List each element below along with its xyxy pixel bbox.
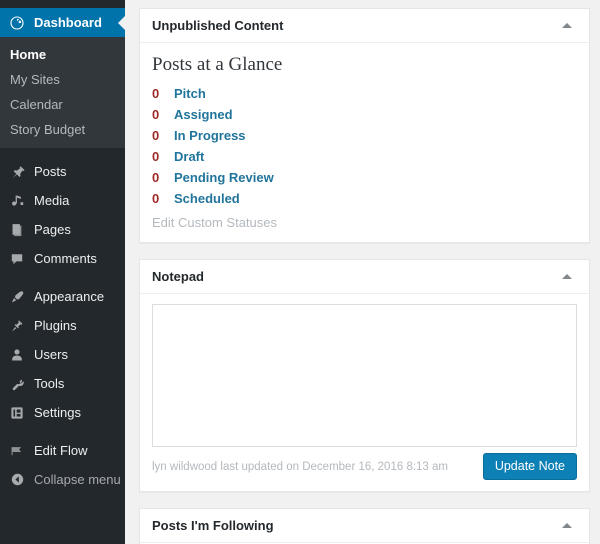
status-count: 0 — [152, 148, 160, 164]
sidebar-subitem-story-budget[interactable]: Story Budget — [0, 117, 125, 142]
panel-header: Unpublished Content — [140, 9, 589, 43]
sidebar-item-label: Tools — [34, 376, 65, 391]
status-count: 0 — [152, 190, 160, 206]
sidebar-item-label: Posts — [34, 164, 67, 179]
sidebar-item-label: Plugins — [34, 318, 77, 333]
notepad-textarea[interactable] — [152, 303, 577, 447]
sidebar-item-comments[interactable]: Comments — [0, 244, 125, 273]
chevron-up-icon[interactable] — [557, 515, 577, 535]
admin-sidebar: Dashboard Home My Sites Calendar Story B… — [0, 0, 126, 544]
sidebar-dashboard-group: Dashboard Home My Sites Calendar Story B… — [0, 8, 126, 148]
edit-custom-statuses-link[interactable]: Edit Custom Statuses — [152, 215, 277, 230]
plug-icon — [8, 317, 26, 335]
status-link-assigned[interactable]: Assigned — [174, 107, 233, 122]
sidebar-divider — [0, 427, 125, 436]
sidebar-item-pages[interactable]: Pages — [0, 215, 125, 244]
status-count: 0 — [152, 127, 160, 143]
panel-title: Unpublished Content — [152, 18, 284, 33]
sidebar-item-settings[interactable]: Settings — [0, 398, 125, 427]
user-icon — [8, 346, 26, 364]
dashboard-main-area: Unpublished Content Posts at a Glance 0 … — [125, 0, 600, 544]
media-note-icon — [8, 192, 26, 210]
status-link-draft[interactable]: Draft — [174, 149, 204, 164]
sidebar-item-edit-flow[interactable]: Edit Flow — [0, 436, 125, 465]
sidebar-item-label: Edit Flow — [34, 443, 88, 458]
panel-body: Posts at a Glance 0 Pitch 0 Assigned 0 I… — [140, 43, 589, 242]
sidebar-dashboard-submenu: Home My Sites Calendar Story Budget — [0, 37, 125, 148]
paintbrush-icon — [8, 288, 26, 306]
collapse-menu-label: Collapse menu — [34, 471, 121, 487]
sidebar-item-appearance[interactable]: Appearance — [0, 282, 125, 311]
panel-unpublished-content: Unpublished Content Posts at a Glance 0 … — [139, 8, 590, 243]
status-link-pitch[interactable]: Pitch — [174, 86, 206, 101]
sidebar-item-tools[interactable]: Tools — [0, 369, 125, 398]
sidebar-divider — [0, 148, 125, 157]
sidebar-item-label: Media — [34, 193, 70, 208]
status-row: 0 Pending Review — [152, 169, 577, 185]
collapse-left-arrow-icon — [8, 470, 26, 488]
sidebar-item-plugins[interactable]: Plugins — [0, 311, 125, 340]
sidebar-subitem-my-sites[interactable]: My Sites — [0, 67, 125, 92]
status-count: 0 — [152, 85, 160, 101]
status-row: 0 Pitch — [152, 85, 577, 101]
sidebar-item-label: Settings — [34, 405, 81, 420]
pushpin-icon — [8, 163, 26, 181]
status-link-in-progress[interactable]: In Progress — [174, 128, 246, 143]
status-row: 0 Assigned — [152, 106, 577, 122]
page-icon — [8, 221, 26, 239]
settings-sliders-icon — [8, 404, 26, 422]
status-row: 0 In Progress — [152, 127, 577, 143]
panel-header: Notepad — [140, 260, 589, 294]
status-count: 0 — [152, 106, 160, 122]
sidebar-subitem-home[interactable]: Home — [0, 42, 125, 67]
update-note-button[interactable]: Update Note — [482, 453, 577, 481]
sidebar-item-label: Users — [34, 347, 68, 362]
dashboard-gauge-icon — [8, 14, 26, 32]
sidebar-item-label: Dashboard — [34, 15, 102, 30]
panel-title: Notepad — [152, 268, 204, 284]
collapse-menu-button[interactable]: Collapse menu — [0, 465, 125, 493]
status-link-pending-review[interactable]: Pending Review — [174, 170, 274, 185]
chevron-up-icon[interactable] — [557, 16, 577, 36]
status-row: 0 Draft — [152, 148, 577, 164]
panel-title: Posts I'm Following — [152, 517, 274, 533]
comment-bubble-icon — [8, 250, 26, 268]
sidebar-item-label: Appearance — [34, 289, 105, 304]
sidebar-item-posts[interactable]: Posts — [0, 157, 125, 186]
sidebar-item-users[interactable]: Users — [0, 340, 125, 369]
panel-posts-im-following: Posts I'm Following Sorry! You're not su… — [139, 507, 590, 544]
status-link-scheduled[interactable]: Scheduled — [174, 191, 240, 206]
status-list: 0 Pitch 0 Assigned 0 In Progress 0 Draft — [152, 85, 577, 206]
sidebar-item-label: Comments — [34, 251, 97, 266]
panel-body: lyn wildwood last updated on December 16… — [140, 294, 589, 491]
notepad-footer: lyn wildwood last updated on December 16… — [152, 453, 577, 481]
sidebar-item-label: Pages — [34, 222, 71, 237]
sidebar-subitem-calendar[interactable]: Calendar — [0, 92, 125, 117]
sidebar-item-media[interactable]: Media — [0, 186, 125, 215]
sidebar-divider — [0, 273, 125, 282]
wrench-icon — [8, 375, 26, 393]
sidebar-item-dashboard[interactable]: Dashboard — [0, 8, 126, 37]
panel-notepad: Notepad lyn wildwood last updated on Dec… — [139, 258, 590, 492]
chevron-up-icon[interactable] — [557, 266, 577, 286]
status-row: 0 Scheduled — [152, 190, 577, 206]
status-count: 0 — [152, 169, 160, 185]
flag-icon — [8, 442, 26, 460]
notepad-last-updated-text: lyn wildwood last updated on December 16… — [152, 460, 448, 473]
panel-header: Posts I'm Following — [140, 509, 589, 543]
posts-at-a-glance-heading: Posts at a Glance — [152, 54, 283, 75]
wordpress-admin-screen: Dashboard Home My Sites Calendar Story B… — [0, 0, 600, 544]
